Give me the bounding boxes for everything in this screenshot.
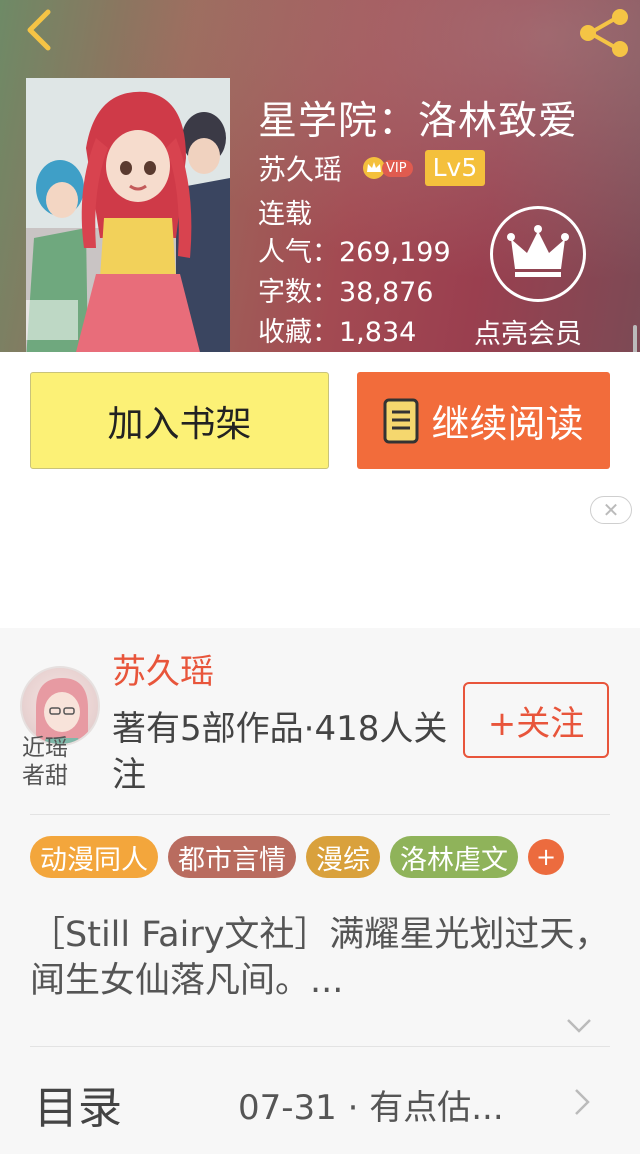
- level-badge: Lv5: [424, 150, 486, 186]
- book-popularity: 人气：269,199: [258, 237, 451, 268]
- follow-button[interactable]: +关注: [463, 682, 609, 758]
- close-icon[interactable]: ✕: [590, 496, 632, 524]
- divider: [30, 1046, 610, 1047]
- toc-label: 目录: [34, 1083, 122, 1134]
- author-line: 苏久瑶 VIP Lv5: [258, 148, 486, 188]
- book-header: 星学院：洛林致爱 苏久瑶 VIP Lv5 连载 人气：269,199 字数：38…: [0, 0, 640, 352]
- book-cover-image[interactable]: [26, 78, 230, 352]
- divider: [30, 814, 610, 815]
- tag-item[interactable]: 洛林虐文: [390, 836, 518, 878]
- book-icon: [383, 398, 419, 443]
- share-icon[interactable]: [576, 8, 632, 58]
- avatar-caption: 近瑶者甜: [22, 735, 68, 789]
- back-icon[interactable]: [18, 8, 62, 52]
- member-button[interactable]: [490, 206, 586, 302]
- tag-list: 动漫同人 都市言情 漫综 洛林虐文 +: [30, 836, 564, 878]
- book-title: 星学院：洛林致爱: [258, 99, 579, 144]
- add-tag-button[interactable]: +: [528, 839, 564, 875]
- table-of-contents-row[interactable]: 目录 07-31 · 有点估...: [0, 1048, 640, 1154]
- vip-badge: VIP: [360, 156, 413, 180]
- continue-reading-button[interactable]: 继续阅读: [357, 372, 610, 469]
- continue-reading-label: 继续阅读: [431, 402, 584, 446]
- tag-item[interactable]: 动漫同人: [30, 836, 158, 878]
- book-word-count: 字数：38,876: [258, 277, 434, 308]
- vip-label: VIP: [382, 159, 413, 177]
- author-section: 近瑶者甜 苏久瑶 著有5部作品·418人关注 +关注 动漫同人 都市言情 漫综 …: [0, 628, 640, 1154]
- latest-chapter: 07-31 · 有点估...: [238, 1088, 504, 1128]
- chevron-down-icon[interactable]: [566, 1018, 592, 1034]
- book-author-name[interactable]: 苏久瑶: [258, 148, 342, 188]
- book-status: 连载: [258, 199, 312, 230]
- tag-item[interactable]: 都市言情: [168, 836, 296, 878]
- chevron-right-icon: [575, 1089, 590, 1115]
- add-to-shelf-button[interactable]: 加入书架: [30, 372, 329, 469]
- book-favorites: 收藏：1,834: [258, 317, 417, 348]
- author-name[interactable]: 苏久瑶: [112, 644, 214, 693]
- author-stats: 著有5部作品·418人关注: [112, 709, 448, 795]
- tag-item[interactable]: 漫综: [306, 836, 380, 878]
- action-bar: 加入书架 继续阅读: [0, 352, 640, 488]
- member-label[interactable]: 点亮会员: [474, 312, 582, 351]
- crown-icon: [507, 225, 569, 277]
- book-intro[interactable]: ［Still Fairy文社］满耀星光划过天，闻生女仙落凡间。...: [30, 912, 610, 1004]
- ad-banner: ✕: [0, 488, 640, 628]
